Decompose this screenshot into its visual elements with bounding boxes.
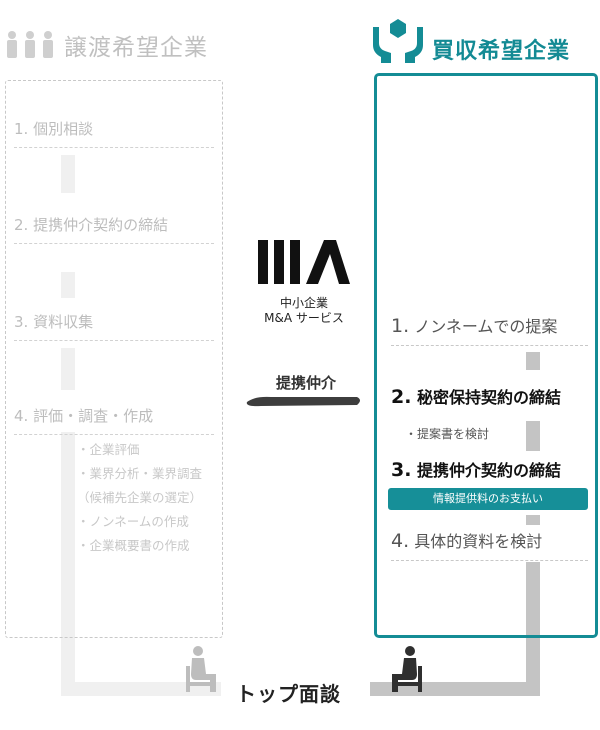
hands-holding-box-icon <box>373 19 423 63</box>
buyer-title: 買収希望企業 <box>432 39 571 64</box>
seller-step-2: 2. 提携仲介契約の締結 <box>14 214 214 244</box>
ma-logo-icon <box>258 240 350 284</box>
intermediary-bar <box>246 396 360 407</box>
seller-substep: ・業界分析・業界調査 <box>77 466 203 481</box>
buyer-step-label: ノンネームでの提案 <box>414 317 558 336</box>
logo-caption: 中小企業 M&A サービス <box>240 296 368 326</box>
logo-caption-line1: 中小企業 <box>279 296 328 310</box>
people-group-icon <box>7 31 53 58</box>
buyer-step-1: 1. ノンネームでの提案 <box>391 313 588 346</box>
seller-substep: ・企業評価 <box>77 442 140 457</box>
top-meeting-label: トップ面談 <box>236 682 341 706</box>
seller-substep: ・ノンネームの作成 <box>77 514 189 529</box>
logo-caption-line2: M&A サービス <box>264 311 344 325</box>
buyer-step-number: 3. <box>391 459 412 481</box>
seller-step-3: 3. 資料収集 <box>14 311 214 341</box>
buyer-step-number: 4. <box>391 530 410 552</box>
seller-substep: （候補先企業の選定） <box>77 490 203 505</box>
seller-substeps: ・企業評価 ・業界分析・業界調査 （候補先企業の選定） ・ノンネームの作成 ・企… <box>77 438 202 558</box>
buyer-step-2: 2. 秘密保持契約の締結 <box>391 384 588 416</box>
buyer-step-number: 2. <box>391 386 412 408</box>
seller-step-4: 4. 評価・調査・作成 <box>14 405 214 435</box>
seller-substep: ・企業概要書の作成 <box>77 538 190 553</box>
seller-step-1: 1. 個別相談 <box>14 118 214 148</box>
buyer-step-label: 提携仲介契約の締結 <box>417 461 562 480</box>
seller-title: 譲渡希望企業 <box>64 35 208 61</box>
buyer-substep: ・提案書を検討 <box>405 427 490 441</box>
info-fee-bar: 情報提供料のお支払い <box>388 488 588 510</box>
buyer-step-number: 1. <box>391 315 410 337</box>
buyer-step-4: 4. 具体的資料を検討 <box>391 528 588 561</box>
buyer-step-label: 秘密保持契約の締結 <box>417 388 562 407</box>
intermediary-label: 提携仲介 <box>275 374 336 392</box>
seated-person-icon-right <box>392 646 422 692</box>
buyer-step-3: 3. 提携仲介契約の締結 <box>391 457 588 489</box>
seated-person-icon-left <box>186 646 216 692</box>
buyer-step-label: 具体的資料を検討 <box>414 532 543 551</box>
